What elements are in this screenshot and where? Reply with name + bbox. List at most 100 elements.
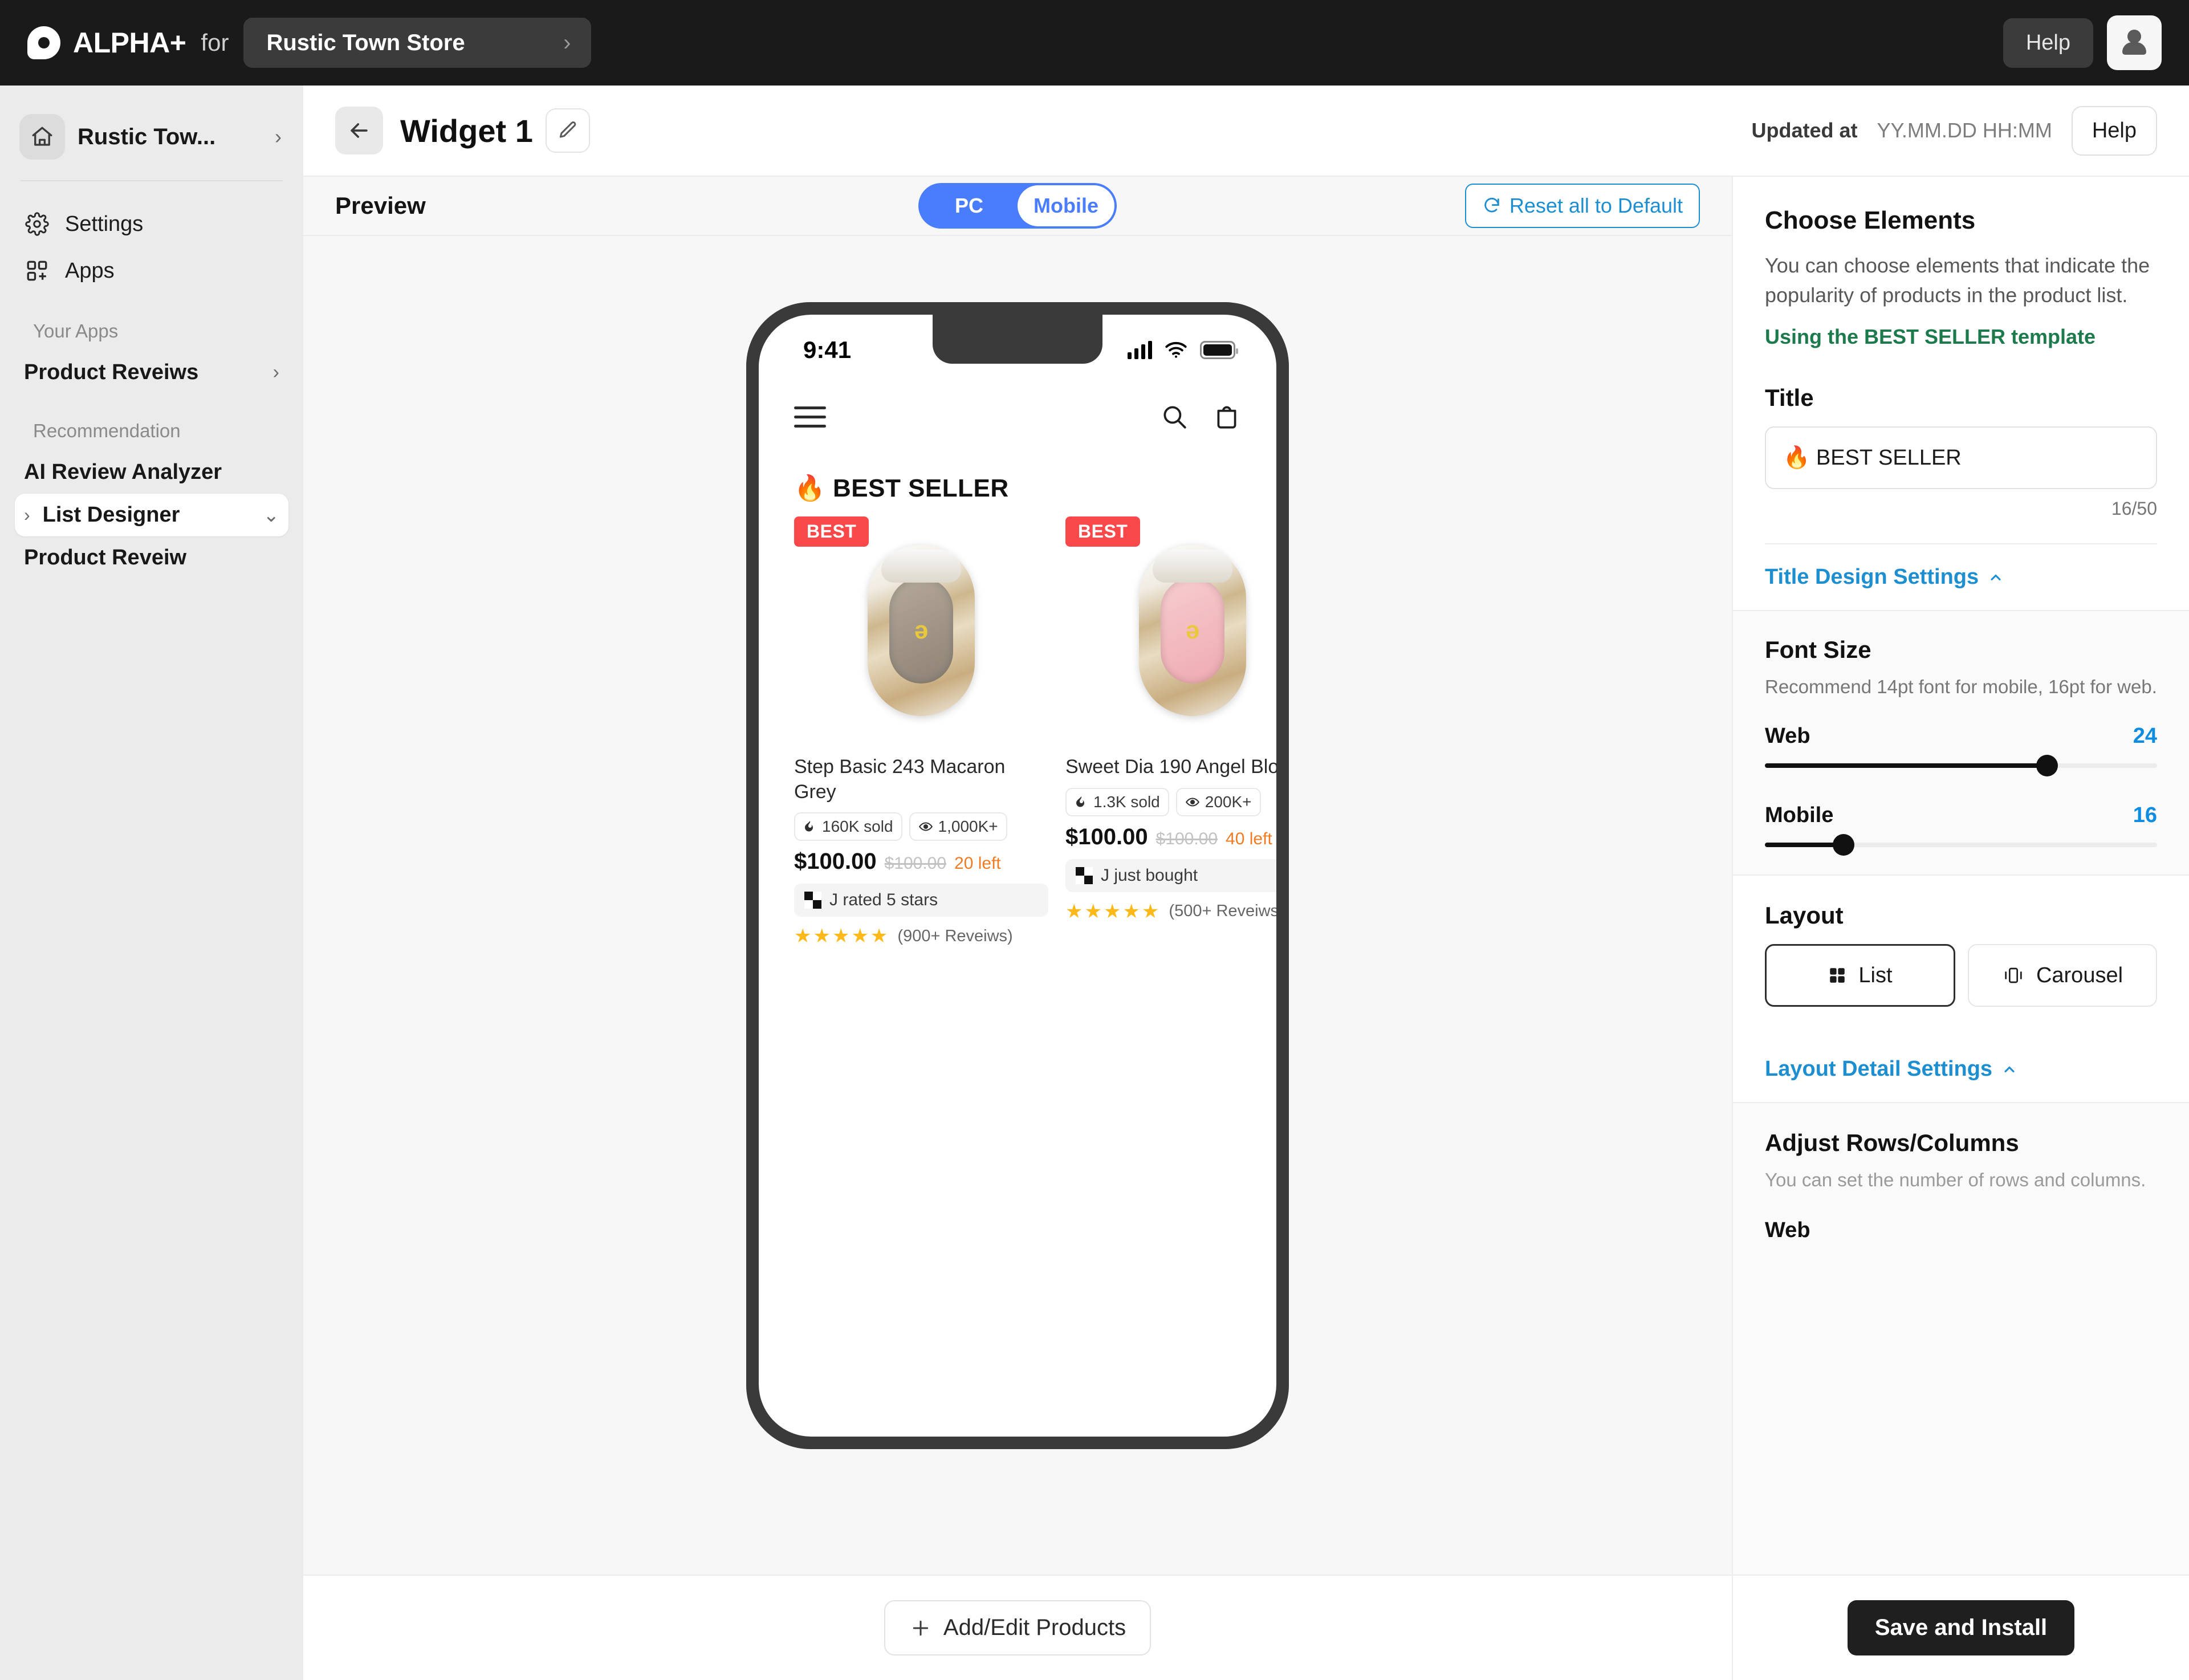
social-proof-text: J rated 5 stars <box>829 890 938 910</box>
page-help-button[interactable]: Help <box>2071 105 2157 156</box>
phone-notch <box>933 315 1102 364</box>
checkered-icon <box>1076 867 1093 884</box>
preview-pane: Preview PC Mobile Reset all to Default 9… <box>303 177 1733 1680</box>
panel-heading: Choose Elements <box>1765 206 1976 234</box>
sidebar-store-name: Rustic Tow... <box>78 124 216 149</box>
chevron-right-icon: › <box>563 30 571 55</box>
social-proof-pill: J just bought <box>1065 859 1276 892</box>
rows-columns-hint: You can set the number of rows and colum… <box>1765 1169 2146 1191</box>
mobile-font-size-slider[interactable] <box>1765 834 2157 856</box>
for-text: for <box>201 29 229 56</box>
add-edit-products-button[interactable]: Add/Edit Products <box>884 1600 1152 1655</box>
save-and-install-button[interactable]: Save and Install <box>1847 1600 2075 1655</box>
title-char-counter: 16/50 <box>2111 498 2157 519</box>
adjust-rows-columns-section: Adjust Rows/Columns You can set the numb… <box>1733 1103 2189 1575</box>
sidebar-store-row[interactable]: Rustic Tow... › <box>15 108 288 165</box>
review-count: (500+ Reveiws) <box>1169 902 1276 921</box>
account-avatar-button[interactable] <box>2107 15 2162 70</box>
product-price-original: $100.00 <box>884 854 947 873</box>
sidebar-item-apps[interactable]: Apps <box>15 247 288 294</box>
layout-option-carousel-label: Carousel <box>2036 963 2123 987</box>
best-badge: BEST <box>794 516 869 547</box>
alpha-logo-icon <box>27 26 60 59</box>
title-design-settings-accordion[interactable]: Title Design Settings <box>1733 544 2189 612</box>
settings-bottom-bar: Save and Install <box>1733 1575 2189 1680</box>
brand-logo: ALPHA+ for <box>27 26 229 59</box>
menu-icon[interactable] <box>794 400 826 434</box>
title-input[interactable] <box>1765 426 2157 490</box>
product-name: Step Basic 243 Macaron Grey <box>794 756 1006 803</box>
layout-heading: Layout <box>1765 902 1844 929</box>
device-toggle-pc[interactable]: PC <box>921 185 1018 226</box>
product-image: ə <box>794 516 1048 745</box>
sold-chip: 1.3K sold <box>1065 787 1169 816</box>
sold-chip: 160K sold <box>794 812 902 841</box>
views-value: 200K+ <box>1205 792 1252 811</box>
sidebar-group-your-apps: Your Apps <box>33 320 119 341</box>
grid-icon <box>1828 966 1847 985</box>
edit-title-button[interactable] <box>545 108 590 153</box>
flame-icon <box>803 820 817 833</box>
rating-stars: ★★★★★ <box>794 925 890 947</box>
product-price-original: $100.00 <box>1155 829 1218 848</box>
cellular-signal-icon <box>1128 341 1152 359</box>
sold-value: 160K sold <box>822 817 893 836</box>
product-card[interactable]: BEST ə Step Basic 243 Macaron Grey 160K … <box>794 516 1048 947</box>
layout-option-list[interactable]: List <box>1765 944 1955 1007</box>
preview-label: Preview <box>335 192 426 219</box>
product-name: Sweet Dia 190 Angel Blood <box>1065 756 1276 778</box>
reset-all-to-default-button[interactable]: Reset all to Default <box>1464 184 1700 228</box>
web-font-size-slider[interactable] <box>1765 755 2157 777</box>
sidebar: Rustic Tow... › Settings Apps Your Apps … <box>0 86 303 1680</box>
sidebar-item-product-reveiws[interactable]: Product Reveiws › <box>15 351 288 394</box>
eye-icon <box>1185 795 1200 810</box>
page-title: Widget 1 <box>400 112 533 149</box>
best-badge: BEST <box>1065 516 1141 547</box>
eye-icon <box>918 819 933 834</box>
sidebar-item-ai-review-analyzer[interactable]: AI Review Analyzer <box>15 451 288 494</box>
choose-elements-block: Choose Elements You can choose elements … <box>1733 177 2189 545</box>
layout-option-carousel[interactable]: Carousel <box>1968 944 2157 1007</box>
sidebar-item-list-designer[interactable]: › List Designer ⌄ <box>15 494 288 536</box>
sidebar-item-product-reveiw[interactable]: Product Reveiw <box>15 536 288 579</box>
updated-at-label: Updated at <box>1751 119 1858 142</box>
sidebar-item-label: Settings <box>65 211 144 236</box>
sidebar-item-label: Apps <box>65 258 115 283</box>
layout-detail-settings-accordion[interactable]: Layout Detail Settings <box>1733 1036 2189 1104</box>
status-time: 9:41 <box>803 336 852 363</box>
topbar-help-button[interactable]: Help <box>2003 18 2093 68</box>
preview-canvas: 9:41 🔥 BEST SELLER BEST ə Step Basic 243… <box>303 236 1732 1575</box>
logo-text: ALPHA+ <box>73 27 186 59</box>
sidebar-item-settings[interactable]: Settings <box>15 201 288 247</box>
social-proof-pill: J rated 5 stars <box>794 884 1048 917</box>
chevron-right-icon: › <box>24 505 30 525</box>
mobile-slider-knob[interactable] <box>1832 834 1854 856</box>
title-field-label: Title <box>1765 384 1814 412</box>
cart-icon[interactable] <box>1213 402 1241 431</box>
sidebar-item-label: Product Reveiw <box>24 546 187 570</box>
rows-columns-web-label: Web <box>1765 1218 1810 1243</box>
apps-icon <box>24 258 50 284</box>
updated-at-value: YY.MM.DD HH:MM <box>1877 119 2052 142</box>
app-topbar: ALPHA+ for Rustic Town Store › Help <box>0 0 2189 86</box>
store-selector[interactable]: Rustic Town Store › <box>243 18 592 68</box>
sold-value: 1.3K sold <box>1093 792 1160 811</box>
battery-icon <box>1200 341 1238 359</box>
device-toggle-mobile[interactable]: Mobile <box>1018 185 1114 226</box>
wifi-icon <box>1165 341 1187 359</box>
stock-left: 20 left <box>954 854 1001 873</box>
mobile-font-size-label: Mobile <box>1765 803 1834 828</box>
sidebar-divider <box>21 180 283 181</box>
flame-icon <box>1075 795 1088 809</box>
back-button[interactable] <box>335 107 383 154</box>
chevron-down-icon: ⌄ <box>263 504 280 526</box>
search-icon[interactable] <box>1160 402 1189 431</box>
chevron-right-icon: › <box>272 361 279 383</box>
views-chip: 1,000K+ <box>909 812 1007 841</box>
mobile-font-size-value: 16 <box>2133 803 2157 828</box>
device-toggle[interactable]: PC Mobile <box>918 183 1117 229</box>
carousel-icon <box>2002 966 2025 985</box>
product-card[interactable]: BEST ə Sweet Dia 190 Angel Blood <box>1065 516 1276 947</box>
web-slider-knob[interactable] <box>2036 755 2058 777</box>
template-link[interactable]: Using the BEST SELLER template <box>1765 325 2157 349</box>
